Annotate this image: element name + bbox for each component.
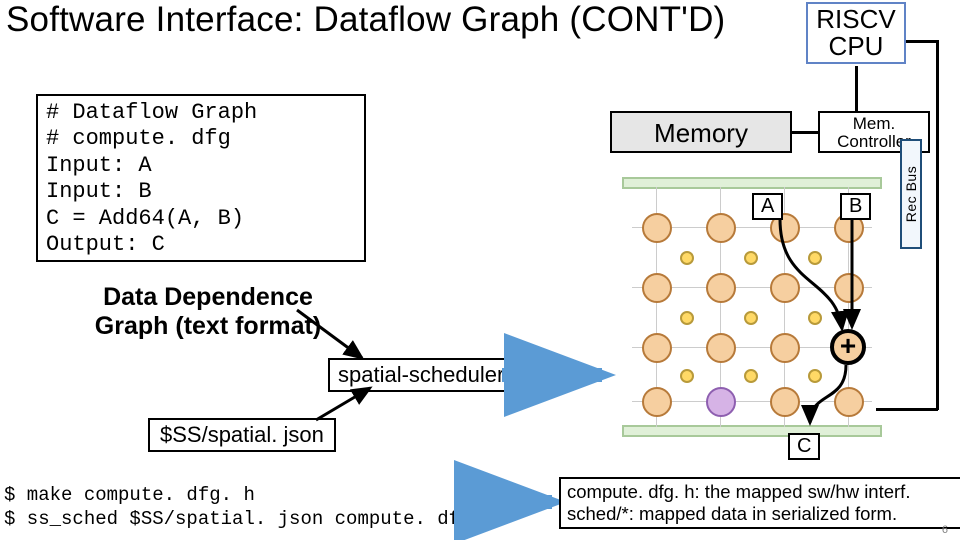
riscv-label: RISCV <box>808 6 904 33</box>
router <box>680 369 694 383</box>
pe-node <box>706 213 736 243</box>
pe-node <box>642 273 672 303</box>
pe-node <box>642 213 672 243</box>
router <box>680 251 694 265</box>
cpu-label: CPU <box>808 33 904 60</box>
terminal-commands: $ make compute. dfg. h $ ss_sched $SS/sp… <box>4 484 471 532</box>
router <box>680 311 694 325</box>
memory-box: Memory <box>610 111 792 153</box>
memory-to-controller-line <box>790 131 818 134</box>
arrow-adder-to-c <box>802 363 852 427</box>
arrow-json-to-scheduler <box>308 384 388 428</box>
router <box>744 251 758 265</box>
arrow-cmd-to-result <box>460 490 565 514</box>
riscv-cpu-box: RISCV CPU <box>806 2 906 64</box>
rec-bus-label: Rec Bus <box>900 139 922 249</box>
slide-title: Software Interface: Dataflow Graph (CONT… <box>6 0 725 40</box>
hardware-block: Memory Mem. Controller + <box>610 63 955 463</box>
output-c-label: C <box>788 433 820 460</box>
pe-node-mapped <box>706 387 736 417</box>
pe-grid: + A B <box>622 177 882 437</box>
arrow-b-to-adder <box>844 217 864 333</box>
pe-node <box>706 273 736 303</box>
pe-node <box>770 387 800 417</box>
router <box>744 369 758 383</box>
arrow-scheduler-to-grid <box>498 360 618 390</box>
input-b-label: B <box>840 193 871 220</box>
router <box>744 311 758 325</box>
page-number: 6 <box>942 524 948 536</box>
result-line-1: compute. dfg. h: the mapped sw/hw interf… <box>567 481 960 503</box>
grid-top-bar <box>622 177 882 189</box>
result-line-2: sched/*: mapped data in serialized form. <box>567 503 960 525</box>
riscv-to-bus-line <box>906 40 936 43</box>
arrow-ddg-to-scheduler <box>292 300 382 366</box>
input-a-label: A <box>752 193 783 220</box>
dfg-code-box: # Dataflow Graph # compute. dfg Input: A… <box>36 94 366 262</box>
result-box: compute. dfg. h: the mapped sw/hw interf… <box>559 477 960 529</box>
pe-node <box>642 333 672 363</box>
memctl-line1: Mem. <box>820 115 928 133</box>
pe-node <box>706 333 736 363</box>
pe-node <box>770 333 800 363</box>
pe-node <box>642 387 672 417</box>
